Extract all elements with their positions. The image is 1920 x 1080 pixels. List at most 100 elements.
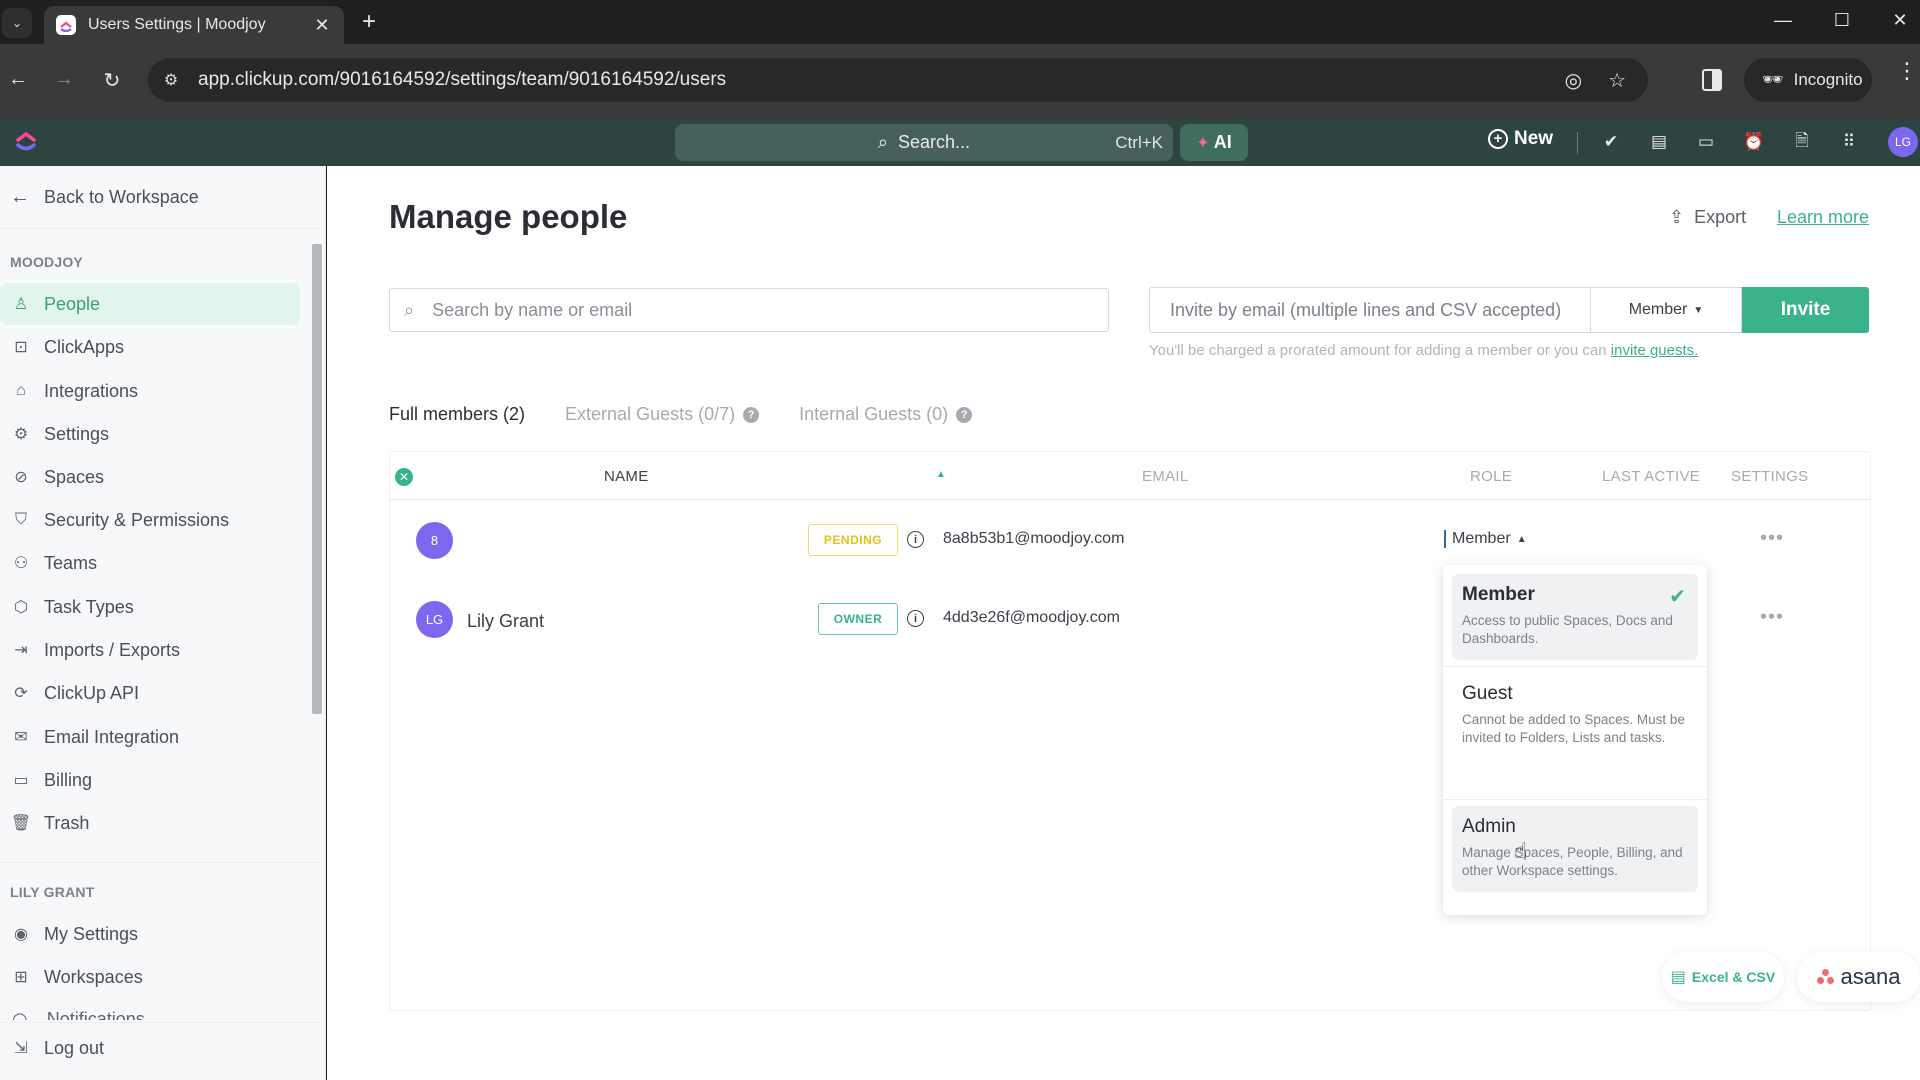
browser-menu-icon[interactable]: ⋮ (1896, 60, 1918, 82)
help-icon[interactable]: ? (956, 406, 973, 423)
minimize-icon[interactable]: — (1771, 10, 1795, 31)
people-search[interactable]: ⌕ (389, 288, 1109, 332)
global-search[interactable]: ⌕ Search... Ctrl+K (675, 124, 1173, 161)
tab-label: Full members (2) (389, 404, 526, 424)
sidebar-item-integrations[interactable]: ⌂ Integrations (0, 370, 300, 412)
reload-icon[interactable]: ↻ (100, 68, 124, 93)
address-bar[interactable]: ⚙ app.clickup.com/9016164592/settings/te… (148, 58, 1648, 102)
sidebar-item-task-types[interactable]: ⬡ Task Types (0, 586, 300, 628)
tab-search-button[interactable]: ⌄ (2, 8, 32, 38)
avatar: LG (416, 601, 453, 638)
sidebar-item-clickup-api[interactable]: ⟳ ClickUp API (0, 672, 300, 714)
sidebar-item-label: Workspaces (44, 966, 143, 987)
sidebar-item-label: Spaces (44, 466, 105, 487)
people-search-input[interactable] (432, 299, 1053, 321)
incognito-badge[interactable]: 🕶 Incognito (1744, 58, 1872, 102)
sidebar-item-workspaces[interactable]: ⊞ Workspaces (0, 956, 300, 998)
eye-off-icon[interactable]: ◎ (1565, 68, 1582, 93)
video-icon[interactable]: ▭ (1694, 130, 1718, 154)
sidebar-divider (0, 228, 322, 229)
site-info-icon[interactable]: ⚙ (154, 63, 188, 97)
incognito-icon: 🕶 (1762, 70, 1784, 89)
planet-icon: ⊘ (14, 469, 28, 486)
sidebar-item-teams[interactable]: ⚇ Teams (0, 542, 300, 584)
url-text[interactable]: app.clickup.com/9016164592/settings/team… (198, 69, 1565, 91)
sidebar-item-security[interactable]: ⛉ Security & Permissions (0, 499, 300, 541)
notepad-icon[interactable]: ▤ (1647, 130, 1671, 154)
sidebar-item-trash[interactable]: 🗑 Trash (0, 802, 300, 844)
column-email[interactable]: EMAIL (1142, 468, 1189, 485)
new-button[interactable]: + New (1488, 128, 1553, 150)
check-circle-icon[interactable]: ✔ (1599, 130, 1623, 154)
document-icon[interactable]: 🗎 (1790, 130, 1814, 154)
invite-guests-link[interactable]: invite guests. (1611, 342, 1699, 359)
sidebar-section-workspace: MOODJOY (10, 254, 83, 270)
row-settings-menu[interactable]: ••• (1760, 527, 1784, 550)
sort-asc-icon[interactable]: ▲ (936, 469, 946, 480)
logout-label: Log out (44, 1037, 105, 1058)
row-settings-menu[interactable]: ••• (1760, 606, 1784, 629)
column-role[interactable]: ROLE (1470, 468, 1512, 485)
column-name[interactable]: NAME (604, 468, 649, 485)
caret-down-icon: ▼ (1693, 304, 1704, 316)
logout-button[interactable]: ⇲ Log out (0, 1028, 300, 1068)
import-excel-csv-button[interactable]: ▤ Excel & CSV (1662, 952, 1784, 1002)
sidebar-item-clickapps[interactable]: ⊡ ClickApps (0, 326, 300, 368)
page-title: Manage people (389, 198, 628, 235)
sidebar-scrollbar[interactable] (312, 244, 322, 714)
sidebar-item-email-integration[interactable]: ✉ Email Integration (0, 716, 300, 758)
close-window-icon[interactable]: ✕ (1888, 10, 1912, 31)
card-icon: ▭ (13, 772, 29, 789)
new-label: New (1514, 128, 1554, 149)
sidebar-item-billing[interactable]: ▭ Billing (0, 759, 300, 801)
role-option-member[interactable]: Member Access to public Spaces, Docs and… (1452, 574, 1698, 660)
learn-more-link[interactable]: Learn more (1777, 207, 1869, 228)
tab-external-guests[interactable]: External Guests (0/7) ? (565, 404, 760, 425)
sidebar-item-label: Notifications (46, 1010, 145, 1020)
back-icon[interactable]: ← (6, 68, 30, 91)
logout-icon: ⇲ (14, 1040, 28, 1057)
sidebar-item-settings[interactable]: ⚙ Settings (0, 413, 300, 455)
browser-tab[interactable]: Users Settings | Moodjoy ✕ (44, 6, 344, 44)
user-avatar[interactable]: LG (1888, 127, 1918, 157)
team-icon: ⚇ (13, 555, 29, 572)
clickup-logo-icon[interactable] (14, 129, 38, 155)
info-icon[interactable]: i (907, 531, 924, 548)
sidebar-item-notifications[interactable]: ◠ Notifications (12, 1010, 145, 1020)
invite-email-field[interactable] (1149, 287, 1590, 333)
sidebar-item-spaces[interactable]: ⊘ Spaces (0, 456, 300, 498)
ai-button[interactable]: ✦ AI (1180, 124, 1248, 161)
asana-logo-icon (1816, 969, 1835, 985)
api-icon: ⟳ (14, 685, 28, 702)
apps-grid-icon[interactable]: ⠿ (1837, 130, 1861, 154)
forward-icon[interactable]: → (52, 68, 76, 91)
global-search-placeholder: Search... (898, 132, 971, 152)
role-option-guest[interactable]: Guest Cannot be added to Spaces. Must be… (1452, 673, 1698, 793)
import-asana-button[interactable]: asana (1797, 952, 1920, 1002)
maximize-icon[interactable]: ☐ (1830, 10, 1854, 31)
sidebar-item-people[interactable]: ♙ People (0, 283, 300, 325)
invite-role-select[interactable]: Member ▼ (1590, 287, 1742, 333)
clear-filter-icon[interactable]: ✕ (395, 468, 413, 486)
info-icon[interactable]: i (907, 610, 924, 627)
column-last-active[interactable]: LAST ACTIVE (1602, 468, 1700, 485)
role-option-admin[interactable]: Admin Manage Spaces, People, Billing, an… (1452, 806, 1698, 892)
tab-internal-guests[interactable]: Internal Guests (0) ? (799, 404, 973, 425)
alarm-clock-icon[interactable]: ⏰ (1742, 130, 1766, 154)
invite-role-value: Member (1628, 301, 1688, 318)
side-panel-icon[interactable] (1702, 69, 1722, 91)
invite-email-input[interactable] (1170, 299, 1580, 321)
role-select[interactable]: Member ▲ (1444, 530, 1527, 548)
sidebar-item-imports-exports[interactable]: ⇥ Imports / Exports (0, 629, 300, 671)
back-to-workspace-link[interactable]: ← Back to Workspace (10, 186, 199, 209)
invite-button[interactable]: Invite (1742, 287, 1869, 333)
new-tab-button[interactable]: + (362, 10, 376, 34)
export-button[interactable]: ⇪ Export (1669, 207, 1746, 228)
tab-full-members[interactable]: Full members (2) (389, 404, 525, 425)
sidebar-section-user: LILY GRANT (10, 884, 95, 900)
close-tab-icon[interactable]: ✕ (312, 15, 332, 36)
help-icon[interactable]: ? (743, 406, 760, 423)
bookmark-star-icon[interactable]: ☆ (1608, 68, 1626, 93)
caret-up-icon: ▲ (1516, 533, 1527, 545)
sidebar-item-my-settings[interactable]: ◉ My Settings (0, 913, 300, 955)
